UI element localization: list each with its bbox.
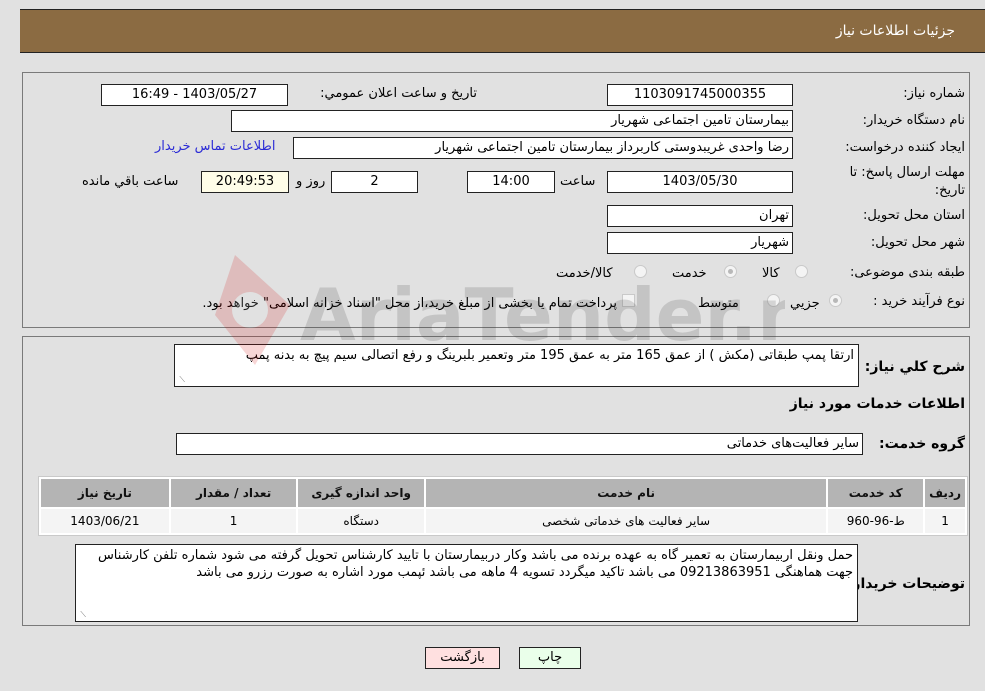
need-number-field[interactable]: 1103091745000355 <box>607 84 793 106</box>
category-goods-service-radio[interactable] <box>634 265 647 278</box>
category-goods-label: کالا <box>762 266 780 281</box>
cell-unit: دستگاه <box>298 509 424 533</box>
category-label: طبقه بندی موضوعی: <box>849 265 965 280</box>
process-minor-label: جزيي <box>790 296 820 311</box>
announce-datetime-field[interactable]: 1403/05/27 - 16:49 <box>101 84 288 106</box>
process-medium-label: متوسط <box>698 296 739 311</box>
category-goods-radio[interactable] <box>795 265 808 278</box>
cell-row-number: 1 <box>925 509 965 533</box>
process-minor-radio[interactable] <box>829 294 842 307</box>
buyer-org-label: نام دستگاه خريدار: <box>862 113 965 128</box>
resize-grip-icon[interactable]: ⟋ <box>177 376 185 384</box>
back-button[interactable]: بازگشت <box>425 647 500 669</box>
city-field[interactable]: شهریار <box>607 232 793 254</box>
creator-label: ايجاد کننده درخواست: <box>845 140 965 155</box>
col-service-code: کد خدمت <box>828 479 924 507</box>
category-service-radio[interactable] <box>724 265 737 278</box>
table-row: 1 ط-96-960 سایر فعالیت های خدماتی شخصی د… <box>41 509 965 533</box>
process-medium-radio[interactable] <box>767 294 780 307</box>
cell-service-code: ط-96-960 <box>828 509 924 533</box>
page-title: جزئیات اطلاعات نیاز <box>835 23 955 39</box>
print-button[interactable]: چاپ <box>519 647 581 669</box>
description-label: شرح کلي نياز: <box>864 359 965 375</box>
service-group-label: گروه خدمت: <box>879 436 965 452</box>
services-table-wrap: رديف کد خدمت نام خدمت واحد اندازه گيری ت… <box>38 476 968 536</box>
col-row-number: رديف <box>925 479 965 507</box>
announce-label: تاريخ و ساعت اعلان عمومي: <box>320 86 477 101</box>
description-textarea[interactable]: ارتقا پمپ طبقاتی (مکش ) از عمق 165 متر ب… <box>174 344 859 387</box>
buyer-notes-text: حمل ونقل اربیمارستان به تعمیر گاه به عهد… <box>97 548 853 580</box>
province-label: استان محل تحويل: <box>863 208 965 223</box>
col-service-name: نام خدمت <box>425 479 827 507</box>
remaining-label: ساعت باقي مانده <box>82 174 179 189</box>
resize-grip-icon[interactable]: ⟋ <box>78 611 86 619</box>
remaining-days-field[interactable]: 2 <box>331 171 418 193</box>
days-label: روز و <box>296 174 326 189</box>
table-header-row: رديف کد خدمت نام خدمت واحد اندازه گيری ت… <box>41 479 965 507</box>
col-unit: واحد اندازه گيری <box>298 479 424 507</box>
col-quantity: تعداد / مقدار <box>170 479 297 507</box>
buyer-contact-link[interactable]: اطلاعات تماس خريدار <box>155 139 275 154</box>
deadline-label: مهلت ارسال پاسخ: تا تاريخ: <box>850 164 965 200</box>
process-label: نوع فرآيند خريد : <box>873 294 965 309</box>
description-text: ارتقا پمپ طبقاتی (مکش ) از عمق 165 متر ب… <box>245 348 854 363</box>
service-group-field[interactable]: سایر فعالیت‌های خدماتی <box>176 433 863 455</box>
deadline-label-line2: تاريخ: <box>934 183 965 198</box>
treasury-note: پرداخت تمام يا بخشی از مبلغ خريد،از محل … <box>202 296 617 311</box>
buyer-notes-label: توضيحات خريدار: <box>846 576 965 592</box>
deadline-time-label: ساعت <box>560 174 596 189</box>
deadline-time-field[interactable]: 14:00 <box>467 171 555 193</box>
services-table: رديف کد خدمت نام خدمت واحد اندازه گيری ت… <box>38 476 968 536</box>
services-heading: اطلاعات خدمات مورد نياز <box>789 396 965 412</box>
need-number-label: شماره نیاز: <box>903 86 965 101</box>
page-header: جزئیات اطلاعات نیاز <box>20 9 985 53</box>
creator-field[interactable]: رضا واحدی غریبدوستی کاربرداز بیمارستان ت… <box>293 137 793 159</box>
deadline-date-field[interactable]: 1403/05/30 <box>607 171 793 193</box>
category-service-label: خدمت <box>672 266 707 281</box>
city-label: شهر محل تحويل: <box>870 235 965 250</box>
treasury-checkbox[interactable] <box>622 294 635 307</box>
remaining-time-field: 20:49:53 <box>201 171 289 193</box>
province-field[interactable]: تهران <box>607 205 793 227</box>
cell-need-date: 1403/06/21 <box>41 509 169 533</box>
cell-service-name: سایر فعالیت های خدماتی شخصی <box>425 509 827 533</box>
buyer-notes-textarea[interactable]: حمل ونقل اربیمارستان به تعمیر گاه به عهد… <box>75 544 858 622</box>
category-goods-service-label: کالا/خدمت <box>556 266 613 281</box>
col-need-date: تاريخ نياز <box>41 479 169 507</box>
cell-quantity: 1 <box>170 509 297 533</box>
deadline-label-line1: مهلت ارسال پاسخ: تا <box>849 165 965 180</box>
buyer-org-field[interactable]: بیمارستان تامین اجتماعی شهریار <box>231 110 793 132</box>
